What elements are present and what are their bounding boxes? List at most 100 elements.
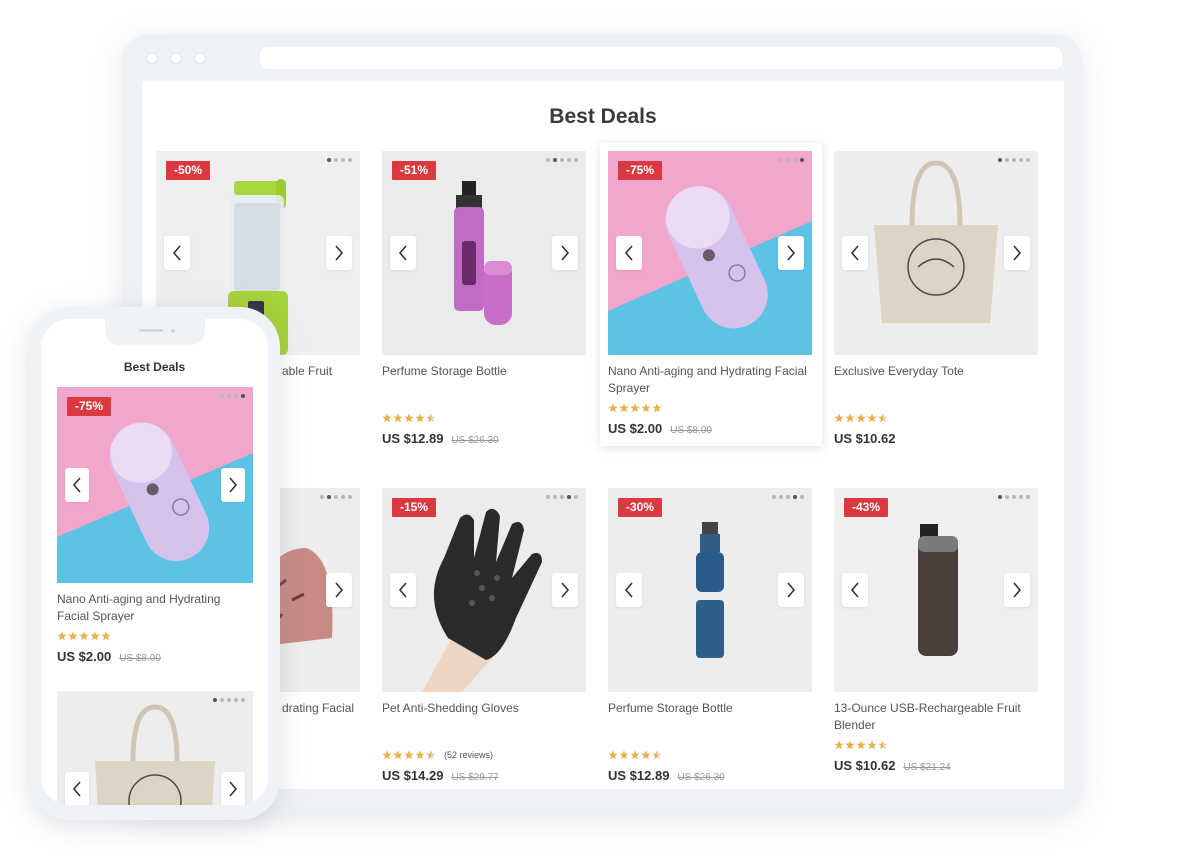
star-icon <box>393 750 403 760</box>
rating-stars <box>834 411 1040 425</box>
mobile-product-card[interactable] <box>57 691 253 805</box>
product-title[interactable]: Pet Anti-Shedding Gloves <box>382 700 588 734</box>
image-pager[interactable] <box>998 158 1030 162</box>
next-image-button[interactable] <box>221 772 245 805</box>
prev-image-button[interactable] <box>842 236 868 270</box>
star-icon <box>382 413 392 423</box>
prev-image-button[interactable] <box>616 236 642 270</box>
prev-image-button[interactable] <box>616 573 642 607</box>
price-row: US $2.00 US $8.00 <box>608 421 814 436</box>
window-dot-minimize[interactable] <box>170 52 182 64</box>
product-image[interactable]: -75% <box>57 387 253 583</box>
star-icon <box>867 413 877 423</box>
phone-frame: Best Deals -75% Nano Anti-aging and Hydr… <box>29 307 280 820</box>
rating-stars <box>57 629 253 643</box>
product-card[interactable]: Exclusive Everyday Tote US $10.62 <box>834 151 1040 446</box>
star-icon <box>101 631 111 641</box>
current-price: US $2.00 <box>57 649 112 664</box>
next-image-button[interactable] <box>221 468 245 502</box>
original-price: US $26.30 <box>677 772 725 783</box>
address-bar[interactable] <box>260 47 1062 69</box>
next-image-button[interactable] <box>326 236 352 270</box>
star-icon <box>641 750 651 760</box>
current-price: US $10.62 <box>834 431 896 446</box>
browser-viewport: Best Deals -50% able Fruit -51% Perfume … <box>142 81 1064 789</box>
star-icon <box>415 750 425 760</box>
product-card[interactable]: -30% Perfume Storage Bottle US $12.89 US… <box>608 488 814 783</box>
product-image[interactable]: -30% <box>608 488 812 692</box>
star-icon <box>404 413 414 423</box>
image-pager[interactable] <box>772 495 804 499</box>
next-image-button[interactable] <box>552 236 578 270</box>
product-image[interactable] <box>57 691 253 805</box>
next-image-button[interactable] <box>778 573 804 607</box>
discount-badge: -30% <box>618 498 663 517</box>
discount-badge: -75% <box>618 161 663 180</box>
image-pager[interactable] <box>779 158 804 162</box>
star-half-icon <box>652 750 662 760</box>
star-icon <box>79 631 89 641</box>
image-pager[interactable] <box>546 495 578 499</box>
mockup-stage: Best Deals -50% able Fruit -51% Perfume … <box>0 0 1200 857</box>
chevron-right-icon <box>1013 245 1022 261</box>
mobile-product-card[interactable]: -75% Nano Anti-aging and Hydrating Facia… <box>57 387 253 664</box>
chevron-left-icon <box>72 477 81 493</box>
star-icon <box>619 750 629 760</box>
rating-stars <box>608 748 814 762</box>
mobile-page-title: Best Deals <box>123 360 186 374</box>
image-pager[interactable] <box>327 158 352 162</box>
prev-image-button[interactable] <box>65 468 89 502</box>
star-half-icon <box>426 750 436 760</box>
product-image[interactable]: -51% <box>382 151 586 355</box>
chevron-left-icon <box>398 582 407 598</box>
next-image-button[interactable] <box>1004 236 1030 270</box>
star-icon <box>393 413 403 423</box>
product-image[interactable]: -75% <box>608 151 812 355</box>
star-half-icon <box>878 413 888 423</box>
window-controls <box>146 52 206 64</box>
prev-image-button[interactable] <box>390 573 416 607</box>
product-title[interactable]: Exclusive Everyday Tote <box>834 363 1040 397</box>
next-image-button[interactable] <box>552 573 578 607</box>
product-title[interactable]: 13-Ounce USB-Rechargeable Fruit Blender <box>834 700 1040 734</box>
image-pager[interactable] <box>998 495 1030 499</box>
product-title[interactable]: Nano Anti-aging and Hydrating Facial Spr… <box>608 363 814 397</box>
next-image-button[interactable] <box>778 236 804 270</box>
discount-badge: -75% <box>67 397 112 416</box>
product-image[interactable] <box>834 151 1038 355</box>
chevron-right-icon <box>229 781 238 797</box>
next-image-button[interactable] <box>326 573 352 607</box>
product-card[interactable]: -15% Pet Anti-Shedding Gloves (52 review… <box>382 488 588 783</box>
product-title[interactable]: Perfume Storage Bottle <box>608 700 814 734</box>
product-image[interactable]: -15% <box>382 488 586 692</box>
image-pager[interactable] <box>546 158 578 162</box>
window-dot-close[interactable] <box>146 52 158 64</box>
prev-image-button[interactable] <box>390 236 416 270</box>
image-pager[interactable] <box>320 495 352 499</box>
price-row: US $12.89 US $26.30 <box>382 431 588 446</box>
chevron-right-icon <box>561 582 570 598</box>
product-image[interactable]: -43% <box>834 488 1038 692</box>
next-image-button[interactable] <box>1004 573 1030 607</box>
chevron-left-icon <box>850 582 859 598</box>
star-icon <box>630 403 640 413</box>
star-icon <box>856 413 866 423</box>
product-card[interactable]: -43% 13-Ounce USB-Rechargeable Fruit Ble… <box>834 488 1040 773</box>
chevron-left-icon <box>850 245 859 261</box>
chevron-left-icon <box>172 245 181 261</box>
product-card[interactable]: -51% Perfume Storage Bottle US $12.89 US… <box>382 151 588 446</box>
image-pager[interactable] <box>213 698 245 702</box>
prev-image-button[interactable] <box>842 573 868 607</box>
review-count[interactable]: (52 reviews) <box>444 750 493 760</box>
chevron-right-icon <box>335 582 344 598</box>
prev-image-button[interactable] <box>164 236 190 270</box>
star-icon <box>856 740 866 750</box>
star-icon <box>608 750 618 760</box>
product-title[interactable]: Perfume Storage Bottle <box>382 363 588 397</box>
product-title[interactable]: Nano Anti-aging and Hydrating Facial Spr… <box>57 591 253 625</box>
image-pager[interactable] <box>220 394 245 398</box>
window-dot-maximize[interactable] <box>194 52 206 64</box>
star-icon <box>845 740 855 750</box>
product-card-highlighted[interactable]: -75% Nano Anti-aging and Hydrating Facia… <box>600 143 822 446</box>
prev-image-button[interactable] <box>65 772 89 805</box>
